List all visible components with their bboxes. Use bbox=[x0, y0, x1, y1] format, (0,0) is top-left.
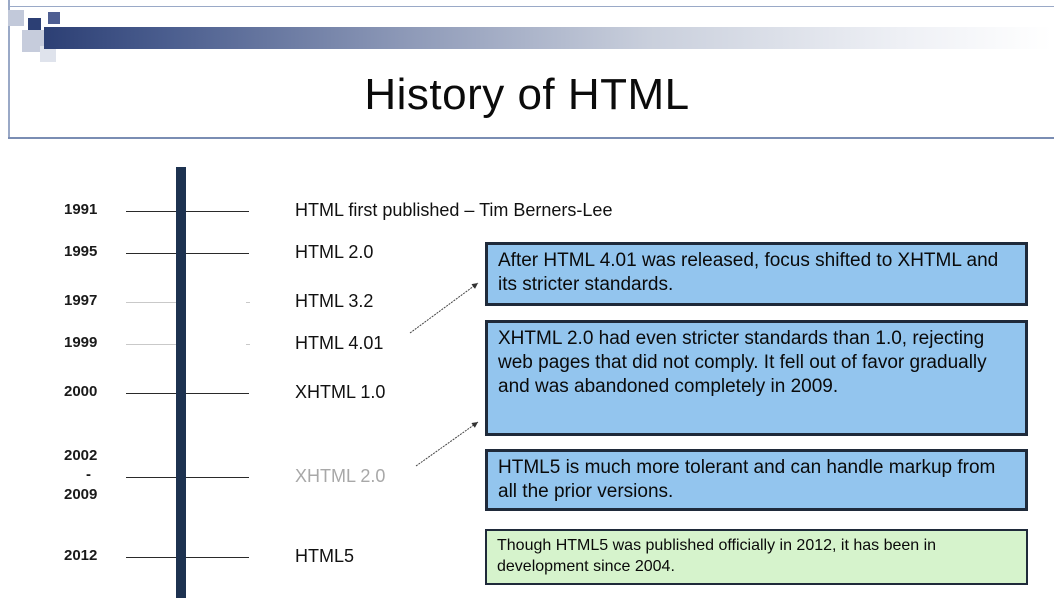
slide: History of HTML 1991 HTML first publishe… bbox=[0, 0, 1054, 601]
callout-box: HTML5 is much more tolerant and can hand… bbox=[485, 449, 1028, 511]
callout-box: XHTML 2.0 had even stricter standards th… bbox=[485, 320, 1028, 436]
callout-box: After HTML 4.01 was released, focus shif… bbox=[485, 242, 1028, 306]
arrow-line bbox=[409, 282, 479, 334]
callout-box: Though HTML5 was published officially in… bbox=[485, 529, 1028, 585]
arrow-line bbox=[415, 421, 479, 467]
